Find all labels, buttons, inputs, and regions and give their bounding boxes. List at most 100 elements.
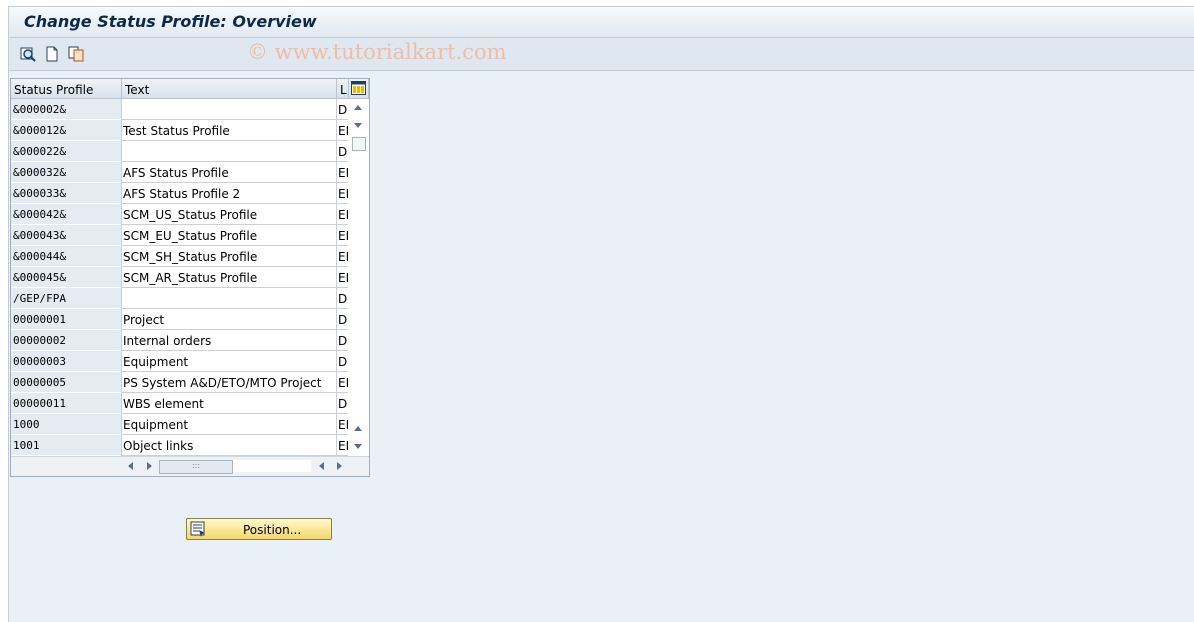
table-row[interactable]: 00000001ProjectDE (11, 309, 348, 330)
language-cell[interactable]: EN (336, 162, 348, 183)
details-button[interactable] (19, 45, 37, 63)
watermark: © www.tutorialkart.com (247, 40, 507, 64)
status-profile-cell[interactable]: 00000005 (11, 372, 121, 393)
page-title: Change Status Profile: Overview (24, 12, 317, 31)
language-cell[interactable]: EN (336, 435, 348, 456)
language-cell[interactable]: DE (336, 351, 348, 372)
table-row[interactable]: 00000011WBS elementDE (11, 393, 348, 414)
status-profile-cell[interactable]: &000002& (11, 99, 121, 120)
vertical-scrollbar[interactable] (349, 99, 367, 456)
text-cell[interactable]: SCM_SH_Status Profile (121, 246, 336, 267)
language-cell[interactable]: EN (336, 267, 348, 288)
language-cell[interactable]: EN (336, 414, 348, 435)
language-cell[interactable]: EN (336, 183, 348, 204)
status-profile-cell[interactable]: &000032& (11, 162, 121, 183)
table-row[interactable]: &000022&DE (11, 141, 348, 162)
table-row[interactable]: 1000EquipmentEN (11, 414, 348, 435)
horizontal-scrollbar[interactable]: ::: (11, 456, 369, 476)
status-profile-cell[interactable]: &000045& (11, 267, 121, 288)
language-cell[interactable]: DE (336, 393, 348, 414)
language-cell[interactable]: DE (336, 141, 348, 162)
column-header-status-profile[interactable]: Status Profile (11, 79, 122, 99)
table-row[interactable]: &000033&AFS Status Profile 2EN (11, 183, 348, 204)
scroll-page-down-icon[interactable] (354, 444, 362, 449)
position-button[interactable]: Position... (186, 518, 332, 540)
status-profile-cell[interactable]: &000033& (11, 183, 121, 204)
text-cell[interactable]: AFS Status Profile 2 (121, 183, 336, 204)
text-cell[interactable]: SCM_US_Status Profile (121, 204, 336, 225)
table-row[interactable]: 1001Object linksEN (11, 435, 348, 456)
table-row[interactable]: &000002&DE (11, 99, 348, 120)
scroll-up-icon[interactable] (354, 105, 362, 110)
status-profile-cell[interactable]: 00000002 (11, 330, 121, 351)
table-row[interactable]: &000012&Test Status ProfileEN (11, 120, 348, 141)
scroll-left-icon[interactable] (128, 462, 133, 470)
table-row[interactable]: /GEP/FPA DE (11, 288, 348, 309)
language-cell[interactable]: DE (336, 288, 348, 309)
text-cell[interactable]: Project (121, 309, 336, 330)
language-cell[interactable]: DE (336, 309, 348, 330)
status-profile-cell[interactable]: 00000001 (11, 309, 121, 330)
status-profile-cell[interactable]: &000043& (11, 225, 121, 246)
text-cell[interactable] (121, 141, 336, 162)
table-row[interactable]: &000043&SCM_EU_Status ProfileEN (11, 225, 348, 246)
copy-as-icon (68, 46, 84, 62)
text-cell[interactable]: SCM_EU_Status Profile (121, 225, 336, 246)
position-icon (190, 521, 205, 537)
scroll-left-end-icon[interactable] (319, 462, 324, 470)
language-cell[interactable]: DE (336, 330, 348, 351)
table-row[interactable]: &000044&SCM_SH_Status ProfileEN (11, 246, 348, 267)
status-profile-cell[interactable]: &000044& (11, 246, 121, 267)
text-cell[interactable] (121, 288, 336, 309)
status-profile-cell[interactable]: 00000003 (11, 351, 121, 372)
language-cell[interactable]: DE (336, 99, 348, 120)
status-profile-table: Status Profile Text L &000002&DE&000012&… (10, 78, 370, 477)
text-cell[interactable]: WBS element (121, 393, 336, 414)
sap-window: Change Status Profile: Overview © www.tu… (8, 6, 1194, 622)
horizontal-scroll-thumb[interactable]: ::: (159, 460, 233, 474)
new-entries-icon (46, 46, 58, 62)
table-row[interactable]: 00000002Internal ordersDE (11, 330, 348, 351)
status-profile-cell[interactable]: 00000011 (11, 393, 121, 414)
table-row[interactable]: 00000005PS System A&D/ETO/MTO ProjectEN (11, 372, 348, 393)
new-entries-button[interactable] (43, 45, 61, 63)
status-profile-cell[interactable]: &000042& (11, 204, 121, 225)
position-button-label: Position... (243, 523, 302, 537)
text-cell[interactable]: Equipment (121, 414, 336, 435)
table-row[interactable]: &000032&AFS Status ProfileEN (11, 162, 348, 183)
table-row[interactable]: &000042&SCM_US_Status ProfileEN (11, 204, 348, 225)
table-settings-icon (351, 81, 366, 95)
scroll-right-end-icon[interactable] (337, 462, 342, 470)
details-icon (20, 47, 36, 62)
status-profile-cell[interactable]: &000022& (11, 141, 121, 162)
text-cell[interactable]: Equipment (121, 351, 336, 372)
vertical-scroll-thumb[interactable] (352, 137, 366, 151)
status-profile-cell[interactable]: 1000 (11, 414, 121, 435)
text-cell[interactable]: Test Status Profile (121, 120, 336, 141)
status-profile-cell[interactable]: /GEP/FPA (11, 288, 121, 309)
column-header-language[interactable]: L (337, 79, 349, 99)
scroll-right-icon[interactable] (147, 462, 152, 470)
language-cell[interactable]: EN (336, 372, 348, 393)
text-cell[interactable] (121, 99, 336, 120)
text-cell[interactable]: AFS Status Profile (121, 162, 336, 183)
language-cell[interactable]: EN (336, 120, 348, 141)
text-cell[interactable]: PS System A&D/ETO/MTO Project (121, 372, 336, 393)
application-toolbar: © www.tutorialkart.com (9, 38, 1194, 71)
status-profile-cell[interactable]: 1001 (11, 435, 121, 456)
copy-as-button[interactable] (67, 45, 85, 63)
title-bar: Change Status Profile: Overview (9, 7, 1194, 38)
column-settings-button[interactable] (349, 79, 369, 99)
column-header-text[interactable]: Text (122, 79, 337, 99)
language-cell[interactable]: EN (336, 204, 348, 225)
text-cell[interactable]: Internal orders (121, 330, 336, 351)
text-cell[interactable]: Object links (121, 435, 336, 456)
table-row[interactable]: 00000003EquipmentDE (11, 351, 348, 372)
table-row[interactable]: &000045&SCM_AR_Status ProfileEN (11, 267, 348, 288)
language-cell[interactable]: EN (336, 225, 348, 246)
status-profile-cell[interactable]: &000012& (11, 120, 121, 141)
scroll-page-up-icon[interactable] (354, 426, 362, 431)
language-cell[interactable]: EN (336, 246, 348, 267)
scroll-down-icon[interactable] (354, 123, 362, 128)
text-cell[interactable]: SCM_AR_Status Profile (121, 267, 336, 288)
